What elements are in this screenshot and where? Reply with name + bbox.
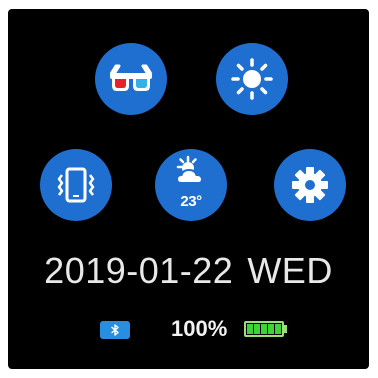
3d-glasses-icon: [109, 64, 153, 91]
battery-cell: [247, 324, 253, 334]
battery-icon: [244, 321, 284, 337]
3d-glasses-button[interactable]: [95, 43, 167, 115]
battery-cell: [254, 324, 260, 334]
watch-screen: 23° 2019-01-22 WED 100%: [8, 9, 369, 369]
battery-cell: [268, 324, 274, 334]
battery-percentage: 100%: [171, 316, 228, 341]
date-display: 2019-01-22 WED: [8, 250, 369, 292]
bluetooth-badge: [100, 321, 130, 339]
battery-cell: [261, 324, 267, 334]
bluetooth-icon: [111, 324, 119, 336]
gear-icon: [292, 167, 328, 203]
date-text: 2019-01-22: [44, 250, 234, 291]
partly-cloudy-icon: [175, 155, 204, 184]
status-bar: 100%: [8, 316, 369, 342]
weather-temperature: 23°: [180, 193, 202, 210]
battery-cell: [275, 324, 281, 334]
brightness-button[interactable]: [216, 43, 288, 115]
settings-button[interactable]: [274, 149, 346, 221]
weather-button[interactable]: 23°: [155, 149, 227, 221]
weekday-text: WED: [247, 250, 333, 291]
phone-vibrate-icon: [57, 167, 95, 203]
sun-icon: [231, 58, 273, 100]
battery-tip: [284, 325, 287, 333]
vibration-button[interactable]: [40, 149, 112, 221]
